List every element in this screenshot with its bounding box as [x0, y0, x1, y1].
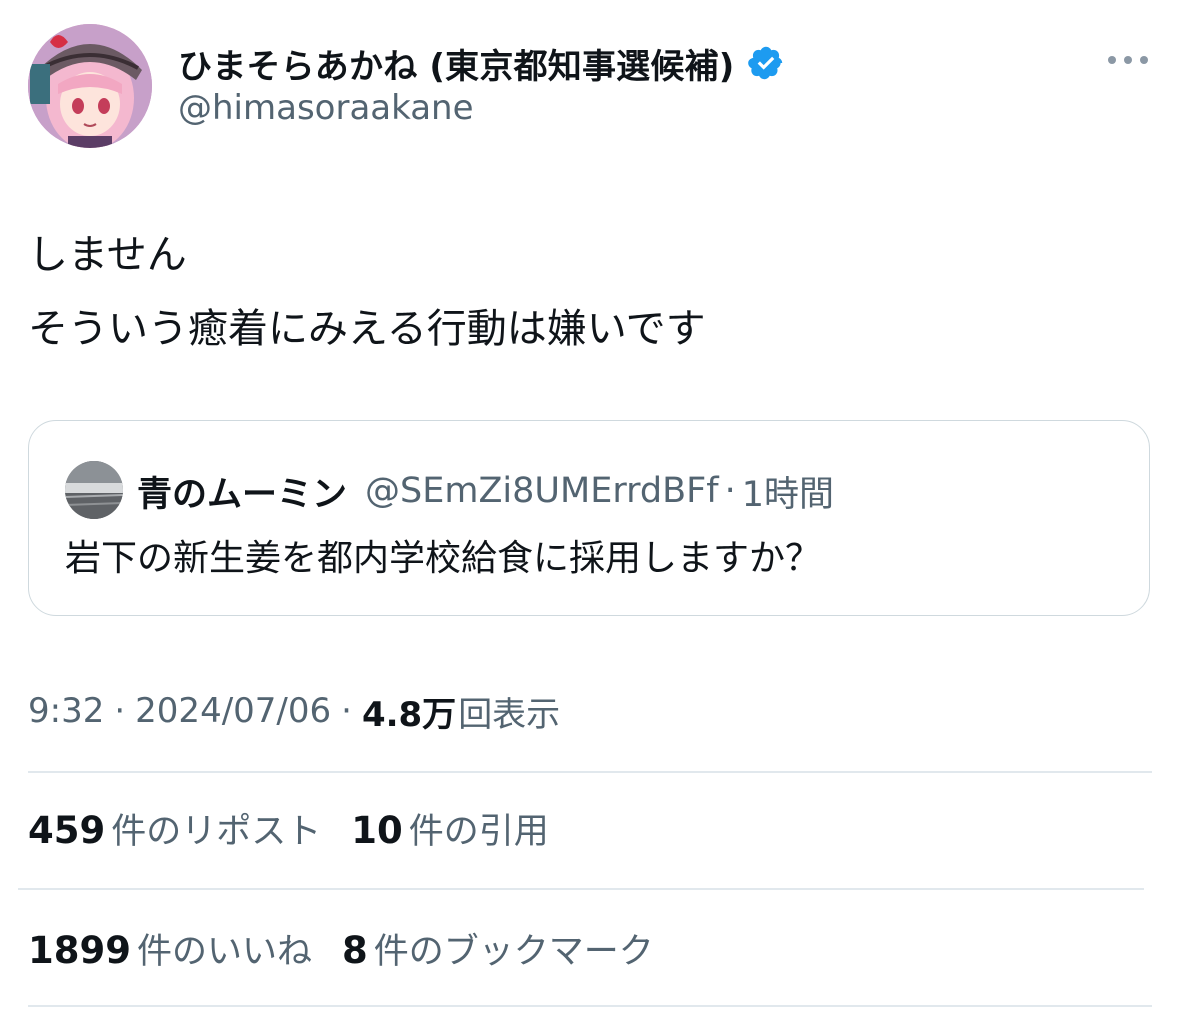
tweet-meta: 9:32 · 2024/07/06 · 4.8万 回表示: [28, 686, 560, 736]
quotes-label: 件の引用: [408, 811, 549, 852]
likes-stat[interactable]: 1899 件のいいね: [28, 923, 312, 974]
bookmarks-count: 8: [342, 928, 368, 972]
reposts-label: 件のリポスト: [111, 811, 322, 852]
more-options-icon[interactable]: [1104, 50, 1152, 70]
tweet-header: ひまそらあかね (東京都知事選候補) @himasoraakane: [28, 24, 1152, 148]
tweet-date[interactable]: 2024/07/06: [135, 691, 331, 731]
quoted-author-avatar[interactable]: [65, 461, 123, 519]
bookmarks-label: 件のブックマーク: [373, 931, 654, 972]
views-count[interactable]: 4.8万: [362, 687, 456, 736]
tweet-text: しません そういう癒着にみえる行動は嫌いです: [28, 218, 1152, 366]
separator-dot: ·: [114, 691, 126, 731]
quoted-tweet-time: 1時間: [741, 474, 834, 515]
reposts-count: 459: [28, 808, 106, 852]
tweet-text-line: しません: [28, 232, 187, 278]
quoted-author-handle: @SEmZi8UMErrdBFf: [365, 471, 719, 511]
author-name-row: ひまそらあかね (東京都知事選候補): [178, 38, 785, 88]
quotes-stat[interactable]: 10 件の引用: [351, 803, 549, 854]
quoted-tweet-text: 岩下の新生姜を都内学校給食に採用しますか？: [65, 538, 822, 579]
quotes-count: 10: [351, 808, 403, 852]
quoted-author-name[interactable]: 青のムーミン: [137, 466, 347, 517]
author-handle[interactable]: @himasoraakane: [178, 88, 474, 128]
divider: [28, 771, 1152, 773]
bookmarks-stat[interactable]: 8 件のブックマーク: [342, 923, 654, 974]
verified-badge-icon: [747, 44, 785, 82]
tweet-text-line: そういう癒着にみえる行動は嫌いです: [28, 306, 706, 352]
author-display-name[interactable]: ひまそらあかね (東京都知事選候補): [178, 39, 735, 88]
stats-row-likes: 1899 件のいいね 8 件のブックマーク: [28, 923, 684, 973]
separator-dot: ·: [724, 471, 736, 511]
divider: [18, 888, 1144, 890]
divider: [28, 1005, 1152, 1007]
separator-dot: ·: [341, 691, 352, 731]
views-label[interactable]: 回表示: [458, 687, 560, 736]
reposts-stat[interactable]: 459 件のリポスト: [28, 803, 321, 854]
stats-row-reposts: 459 件のリポスト 10 件の引用: [28, 803, 579, 853]
likes-label: 件のいいね: [136, 931, 312, 972]
likes-count: 1899: [28, 928, 131, 972]
avatar[interactable]: [28, 24, 152, 148]
quoted-tweet-card[interactable]: 青のムーミン @SEmZi8UMErrdBFf · 1時間 岩下の新生姜を都内学…: [28, 420, 1150, 616]
anime-avatar-icon: [28, 24, 152, 148]
tweet-time[interactable]: 9:32: [28, 691, 104, 731]
quoted-tweet-header: 青のムーミン @SEmZi8UMErrdBFf · 1時間: [137, 461, 834, 521]
